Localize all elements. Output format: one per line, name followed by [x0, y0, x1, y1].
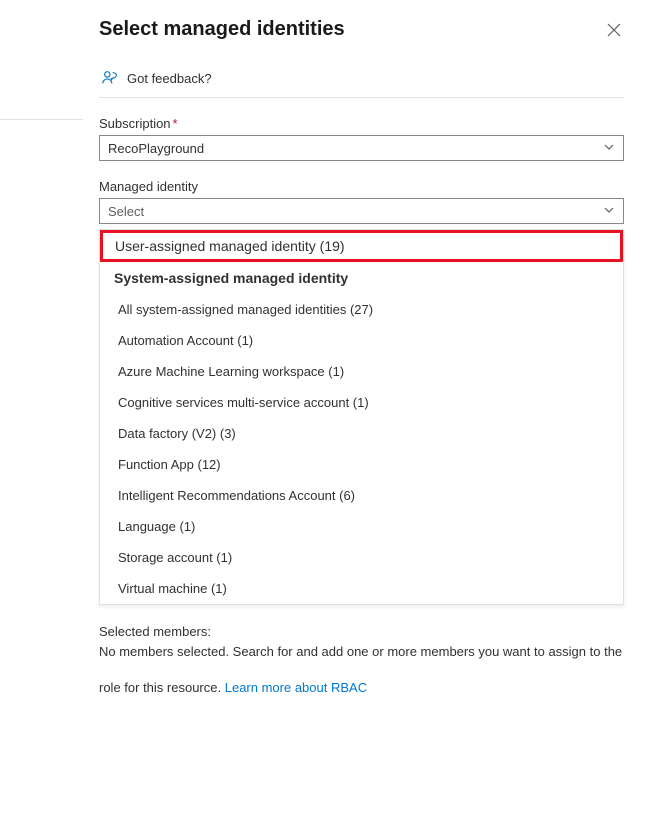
learn-more-link[interactable]: Learn more about RBAC — [225, 678, 367, 698]
subscription-select[interactable]: RecoPlayground — [99, 135, 624, 161]
managed-identity-field: Managed identity Select User-assigned ma… — [99, 179, 624, 224]
dropdown-item[interactable]: Storage account (1) — [100, 542, 623, 573]
feedback-label: Got feedback? — [127, 71, 212, 86]
dropdown-item[interactable]: Intelligent Recommendations Account (6) — [100, 480, 623, 511]
close-icon — [607, 23, 621, 37]
required-indicator: * — [173, 116, 178, 131]
managed-identity-placeholder: Select — [108, 204, 144, 219]
dropdown-header-system-assigned: System-assigned managed identity — [100, 262, 623, 294]
managed-identity-label: Managed identity — [99, 179, 624, 194]
left-column-divider — [0, 119, 83, 120]
managed-identity-dropdown: User-assigned managed identity (19) Syst… — [99, 229, 624, 605]
selected-members-label: Selected members: — [99, 622, 624, 642]
selected-members-block: Selected members: No members selected. S… — [99, 622, 624, 698]
dropdown-item[interactable]: Data factory (V2) (3) — [100, 418, 623, 449]
chevron-down-icon — [603, 141, 615, 156]
panel-header: Select managed identities — [99, 18, 624, 41]
dropdown-item[interactable]: Automation Account (1) — [100, 325, 623, 356]
chevron-down-icon — [603, 204, 615, 219]
feedback-link[interactable]: Got feedback? — [99, 63, 624, 98]
managed-identity-select[interactable]: Select — [99, 198, 624, 224]
subscription-label: Subscription* — [99, 116, 624, 131]
subscription-value: RecoPlayground — [108, 141, 204, 156]
dropdown-item[interactable]: Azure Machine Learning workspace (1) — [100, 356, 623, 387]
feedback-icon — [101, 69, 119, 87]
dropdown-item[interactable]: Language (1) — [100, 511, 623, 542]
dropdown-item-user-assigned[interactable]: User-assigned managed identity (19) — [100, 230, 623, 262]
panel-title: Select managed identities — [99, 18, 345, 41]
close-button[interactable] — [604, 20, 624, 40]
dropdown-item[interactable]: Function App (12) — [100, 449, 623, 480]
dropdown-item[interactable]: All system-assigned managed identities (… — [100, 294, 623, 325]
select-managed-identities-panel: Select managed identities Got feedback? … — [83, 0, 650, 816]
dropdown-item[interactable]: Cognitive services multi-service account… — [100, 387, 623, 418]
subscription-label-text: Subscription — [99, 116, 171, 131]
dropdown-item[interactable]: Virtual machine (1) — [100, 573, 623, 604]
subscription-field: Subscription* RecoPlayground — [99, 116, 624, 161]
